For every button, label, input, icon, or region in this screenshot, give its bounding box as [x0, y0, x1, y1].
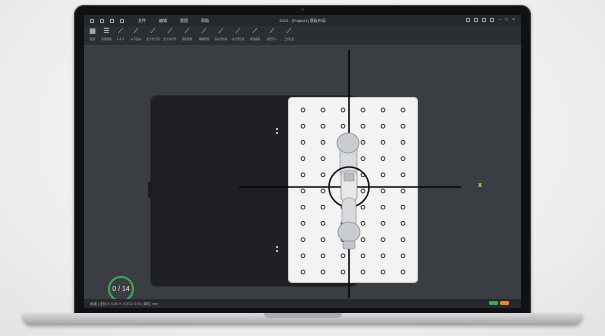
menu-file[interactable]: 文件 [138, 18, 146, 24]
tool-new[interactable]: ▦ 新建 [87, 26, 98, 41]
tool-cartesian-space[interactable]: ⟋ 笛卡尔空间 [146, 26, 160, 41]
status-indicator-orange[interactable] [500, 301, 509, 305]
tool-label: 关节运动 [130, 38, 142, 41]
robot-arm-icon: ⟋ [150, 28, 156, 35]
tool-label: 动力学仿真 [231, 38, 245, 41]
robot-arm-icon: ⟋ [133, 28, 139, 35]
3d-viewport[interactable]: x 0 / 14 [84, 46, 521, 302]
ribbon-toolbar: ▦ 新建 ☰ 新建模板 ⟋ 1 关节 ⟋ 关节运动 ⟋ 笛卡尔空间 ⟋ 笛卡尔手… [84, 26, 521, 46]
robot-arm-icon: ⟋ [218, 28, 224, 35]
tool-label: 离线编程 [249, 38, 261, 41]
save-icon[interactable] [100, 18, 104, 23]
robot-arm-model[interactable] [84, 46, 521, 299]
robot-arm-icon: ⟋ [118, 28, 123, 35]
side-marker [276, 246, 278, 248]
tool-label: 新建模板 [101, 38, 112, 41]
menu-view[interactable]: 视图 [180, 18, 188, 24]
tool-joint-motion[interactable]: ⟋ 关节运动 [129, 26, 143, 41]
status-text: 就绪 | 坐标 X: 0.00 Y: 0.00 Z: 0.00 | 单位: mm [90, 302, 159, 306]
grid-icon: ▦ [89, 28, 96, 35]
x-axis-label: x [478, 182, 482, 189]
tool-offline[interactable]: ⟋ 离线编程 [248, 26, 262, 41]
camera-icon [301, 8, 304, 11]
robot-wrist-joint [337, 221, 361, 243]
close-button[interactable]: × [512, 17, 515, 23]
part-counter-text: 0 / 14 [112, 285, 130, 293]
tool-dynamics[interactable]: ⟋ 动力学仿真 [231, 26, 245, 41]
redo-icon[interactable] [120, 18, 124, 23]
undo-icon[interactable] [110, 18, 114, 23]
tool-label: 笛卡尔手势 [163, 38, 177, 41]
robot-flange [342, 240, 356, 250]
robot-arm-icon: ⟋ [184, 28, 190, 35]
tool-joint[interactable]: ⟋ 1 关节 [115, 26, 126, 41]
robot-base-cap [343, 172, 355, 182]
robot-arm-icon: ⟋ [269, 28, 275, 35]
settings-icon[interactable] [490, 18, 495, 22]
tool-label: 1 关节 [116, 38, 125, 41]
panel-icon[interactable] [474, 18, 479, 22]
menu-help[interactable]: 帮助 [201, 18, 209, 24]
minimize-button[interactable]: – [498, 17, 501, 23]
status-indicator-green[interactable] [489, 301, 498, 305]
status-bar: 就绪 | 坐标 X: 0.00 Y: 0.00 Z: 0.00 | 单位: mm [84, 299, 521, 308]
side-marker [276, 132, 278, 134]
app-window: 文件 编辑 视图 帮助 2024 - [Project1] 模板布局 – □ ×… [84, 15, 521, 308]
tool-cartesian-gesture[interactable]: ⟋ 笛卡尔手势 [163, 26, 177, 41]
tool-collision[interactable]: ⟋ 碰撞检测 [197, 26, 211, 41]
tool-label: 碰撞检测 [198, 38, 210, 41]
titlebar: 文件 编辑 视图 帮助 2024 - [Project1] 模板布局 – □ × [84, 15, 521, 26]
tool-kinematics[interactable]: ⟋ 运动学仿真 [214, 26, 228, 41]
robot-arm-icon: ⟋ [235, 28, 241, 35]
tool-label: 工具标定 [283, 38, 295, 41]
robot-shoulder-joint [336, 132, 360, 154]
app-logo-icon [90, 18, 94, 23]
menu-edit[interactable]: 编辑 [159, 18, 167, 24]
tool-label: 模型导入 [266, 38, 278, 41]
maximize-button[interactable]: □ [505, 17, 508, 23]
robot-arm-icon: ⟋ [201, 28, 207, 35]
tool-label: 运动学仿真 [214, 38, 228, 41]
menu-bar: 文件 编辑 视图 帮助 [138, 18, 209, 24]
tool-import[interactable]: ⟋ 模型导入 [265, 26, 279, 41]
robot-arm-icon: ⟋ [167, 28, 173, 35]
side-marker [276, 128, 278, 130]
layers-icon: ☰ [103, 28, 110, 35]
laptop-base-notch [264, 313, 342, 318]
robot-arm-icon: ⟋ [286, 28, 292, 35]
layout-icon[interactable] [466, 18, 471, 22]
tool-path-planning[interactable]: ⟋ 路径规划 [180, 26, 194, 41]
tool-label: 笛卡尔空间 [146, 38, 160, 41]
robot-arm-icon: ⟋ [252, 28, 258, 35]
tool-calibrate[interactable]: ⟋ 工具标定 [282, 26, 296, 41]
tool-label: 新建 [89, 38, 96, 41]
tool-label: 路径规划 [181, 38, 193, 41]
split-icon[interactable] [482, 18, 487, 22]
side-marker [276, 250, 278, 252]
tool-new-template[interactable]: ☰ 新建模板 [101, 26, 112, 41]
